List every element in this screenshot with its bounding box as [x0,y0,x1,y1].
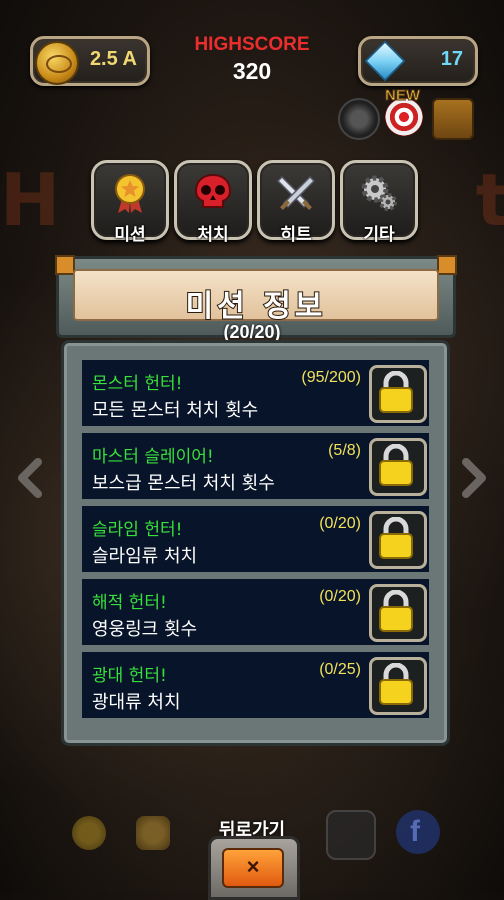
corner-rivet [55,255,75,275]
list-item: 마스터 슬레이어! (5/8) 보스급 몬스터 처치 횟수 [82,433,429,499]
disc-icon[interactable] [338,98,380,140]
reward-button[interactable] [369,438,427,496]
mission-name: 마스터 슬레이어! [92,447,214,467]
chevron-right-icon[interactable] [458,458,488,498]
panel-title: 미션 정보 [185,288,327,325]
tab-hit-label: 히트 [280,225,312,245]
tab-kill[interactable]: 처치 [174,160,252,245]
lock-icon [379,663,413,705]
tab-etc-label: 기타 [363,225,395,245]
lock-icon [379,590,413,632]
mission-description: 광대류 처치 [92,692,181,713]
corner-rivet [437,255,457,275]
reward-button[interactable] [369,657,427,715]
lock-icon [379,517,413,559]
mission-name: 슬라임 헌터! [92,520,183,540]
header-parchment: 미션 정보 [73,269,439,325]
lock-icon [379,371,413,413]
mission-progress: (0/20) [319,515,361,532]
background-title-shadow: H t [0,158,504,242]
mission-description: 보스급 몬스터 처치 횟수 [92,473,275,494]
tab-mission[interactable]: 미션 [91,160,169,245]
mission-description: 영웅링크 횟수 [92,619,198,640]
gem-counter[interactable]: 17 [358,36,478,86]
medal-icon [115,174,145,213]
gem-value: 17 [440,48,463,70]
mission-progress: (5/8) [328,442,361,459]
reward-button[interactable] [369,584,427,642]
tab-etc[interactable]: 기타 [340,160,418,245]
mission-description: 슬라임류 처치 [92,546,198,567]
back-button[interactable]: × [208,836,300,900]
mission-name: 광대 헌터! [92,666,167,686]
close-symbol: × [246,854,260,879]
mission-name: 몬스터 헌터! [92,374,183,394]
mission-name: 해적 헌터! [92,593,167,613]
reward-button[interactable] [369,365,427,423]
tab-hit[interactable]: 히트 [257,160,335,245]
new-badge: NEW [385,87,421,105]
tab-mission-label: 미션 [114,225,146,245]
gears-icon [361,175,397,211]
lock-icon [379,444,413,486]
close-icon: × [222,848,284,888]
tab-kill-label: 처치 [197,225,229,245]
gem-icon [364,40,406,82]
list-item: 몬스터 헌터! (95/200) 모든 몬스터 처치 횟수 [82,360,429,426]
chevron-left-icon[interactable] [16,458,46,498]
crossed-swords-icon [276,175,316,210]
list-item: 해적 헌터! (0/20) 영웅링크 횟수 [82,579,429,645]
mission-progress: (0/20) [319,588,361,605]
chest-icon[interactable] [432,98,474,140]
mission-progress: (0/25) [319,661,361,678]
mission-description: 모든 몬스터 처치 횟수 [92,400,259,421]
list-item: 슬라임 헌터! (0/20) 슬라임류 처치 [82,506,429,572]
mission-list[interactable]: 몬스터 헌터! (95/200) 모든 몬스터 처치 횟수 마스터 슬레이어! … [61,340,450,746]
list-item: 광대 헌터! (0/25) 광대류 처치 [82,652,429,718]
reward-button[interactable] [369,511,427,569]
mission-progress: (95/200) [301,369,361,386]
skull-icon [194,173,232,208]
